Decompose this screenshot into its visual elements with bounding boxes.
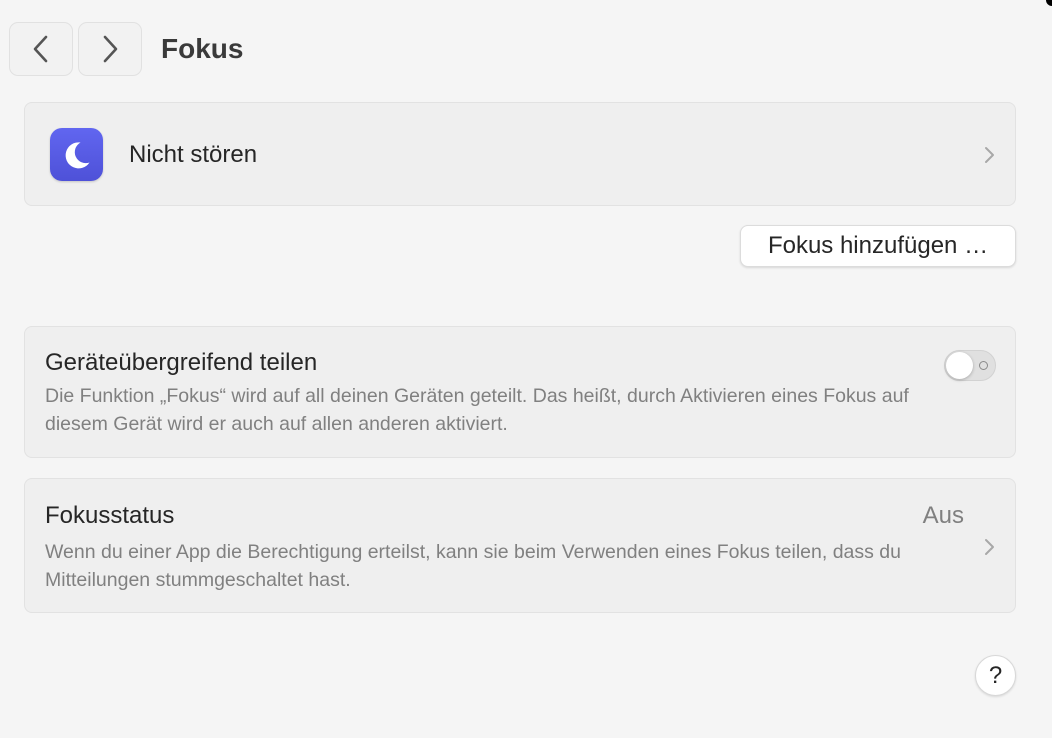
focus-item-label: Nicht stören — [129, 141, 258, 168]
do-not-disturb-app-icon — [50, 128, 103, 181]
share-across-devices-section: Geräteübergreifend teilen Die Funktion „… — [24, 326, 1016, 458]
chevron-right-icon — [103, 35, 118, 63]
back-button[interactable] — [9, 22, 73, 76]
add-focus-button[interactable]: Fokus hinzufügen … — [740, 225, 1016, 267]
focus-status-title: Fokusstatus — [45, 502, 175, 529]
share-across-devices-description: Die Funktion „Fokus“ wird auf all deinen… — [45, 385, 909, 435]
focus-status-row[interactable]: Fokusstatus Aus Wenn du einer App die Be… — [24, 478, 1016, 613]
window-corner — [1046, 0, 1052, 6]
chevron-right-icon — [985, 539, 994, 555]
focus-item-do-not-disturb[interactable]: Nicht stören — [24, 102, 1016, 206]
focus-status-value: Aus — [922, 502, 964, 529]
share-across-devices-title: Geräteübergreifend teilen — [45, 349, 318, 376]
help-button[interactable]: ? — [975, 655, 1016, 696]
share-across-devices-toggle[interactable] — [944, 350, 996, 381]
focus-status-description: Wenn du einer App die Berechtigung ertei… — [45, 541, 902, 591]
chevron-left-icon — [33, 35, 48, 63]
chevron-right-icon — [985, 147, 994, 163]
toggle-off-indicator — [979, 361, 988, 370]
page-title: Fokus — [161, 33, 244, 64]
forward-button[interactable] — [78, 22, 142, 76]
moon-icon — [65, 141, 89, 168]
focus-settings-page: Fokus Nicht stören Fokus hinzufügen … Ge… — [0, 0, 1052, 738]
toggle-knob — [946, 352, 973, 379]
